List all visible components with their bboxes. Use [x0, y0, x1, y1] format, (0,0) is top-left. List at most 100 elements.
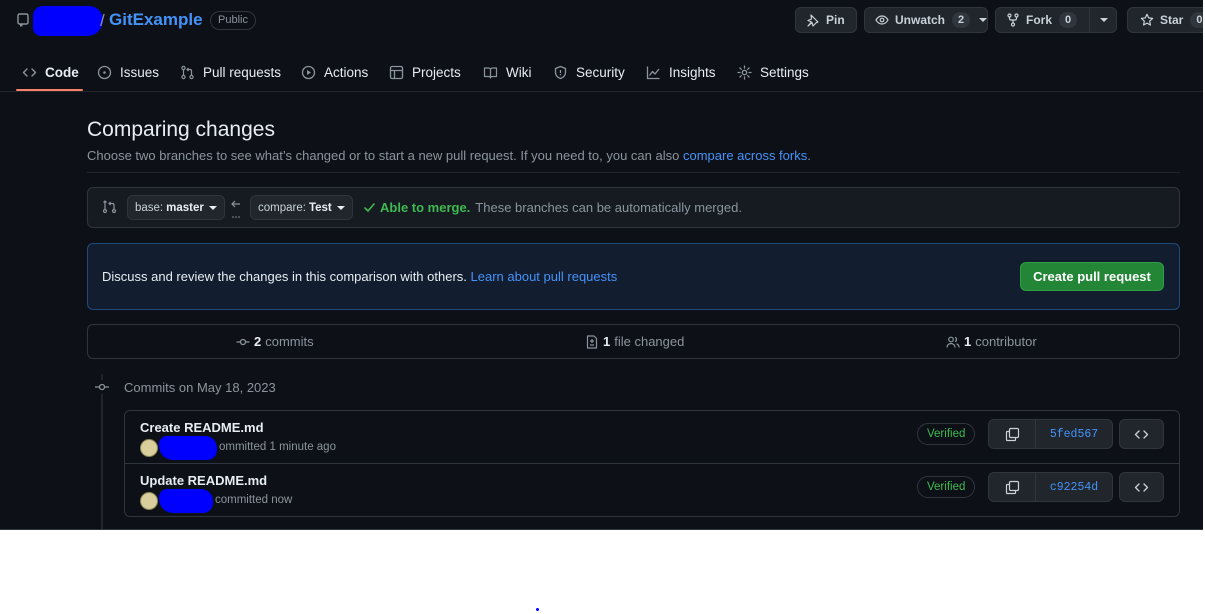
book-icon: [483, 65, 498, 80]
sha-button-group: 5fed567: [988, 419, 1113, 449]
compare-value: Test: [308, 201, 332, 214]
repo-name-link[interactable]: GitExample: [109, 10, 203, 30]
tab-code[interactable]: Code: [22, 52, 79, 92]
tab-settings[interactable]: Settings: [737, 52, 809, 92]
path-separator: /: [100, 11, 105, 30]
browse-repo-button[interactable]: [1119, 472, 1164, 502]
chevron-down-icon: [1100, 18, 1109, 22]
watch-count: 2: [952, 12, 971, 28]
timeline-line: [101, 374, 103, 529]
pull-request-icon: [180, 65, 195, 80]
visibility-badge: Public: [210, 11, 256, 30]
fork-icon: [1006, 13, 1020, 27]
gear-icon: [737, 64, 752, 80]
graph-icon: [646, 65, 661, 80]
tab-label: Security: [576, 64, 625, 80]
compare-label: compare:: [258, 201, 306, 214]
split-divider: [1089, 8, 1091, 32]
files-count: 1: [603, 334, 611, 349]
contributors-label: contributor: [975, 334, 1037, 349]
tab-label: Actions: [324, 64, 369, 80]
compare-branch-select[interactable]: compare: Test: [250, 195, 353, 220]
copy-icon: [1005, 427, 1019, 441]
tab-label: Insights: [669, 64, 716, 80]
compare-across-forks-link[interactable]: compare across forks: [683, 148, 807, 163]
pin-icon: [806, 13, 820, 27]
contributors-stat[interactable]: 1 contributor: [946, 325, 1037, 358]
tab-label: Wiki: [506, 64, 532, 80]
shield-icon: [553, 65, 568, 80]
tab-label: Projects: [412, 64, 461, 80]
file-diff-icon: [585, 334, 599, 349]
fork-label: Fork: [1026, 13, 1053, 27]
commit-sha-link[interactable]: 5fed567: [1036, 420, 1112, 448]
tab-wiki[interactable]: Wiki: [483, 52, 532, 92]
eye-icon: [875, 13, 889, 27]
star-count: 0: [1190, 12, 1203, 28]
tab-label: Code: [45, 64, 79, 80]
tab-pull-requests[interactable]: Pull requests: [180, 52, 281, 92]
verified-badge[interactable]: Verified: [917, 476, 976, 498]
commit-title-link[interactable]: Update README.md: [140, 473, 267, 488]
banner-text: Discuss and review the changes in this c…: [102, 269, 617, 284]
chevron-down-icon: [336, 205, 345, 210]
learn-about-pull-requests-link[interactable]: Learn about pull requests: [471, 269, 618, 284]
browse-repo-button[interactable]: [1119, 419, 1164, 449]
tab-label: Pull requests: [203, 64, 282, 80]
commit-title-link[interactable]: Create README.md: [140, 420, 264, 435]
tab-label: Issues: [120, 64, 160, 80]
active-tab-indicator: [16, 89, 83, 91]
commits-label: commits: [265, 334, 314, 349]
avatar[interactable]: [140, 492, 158, 510]
star-label: Star: [1160, 13, 1184, 27]
table-icon: [389, 65, 404, 80]
contributors-count: 1: [964, 334, 972, 349]
verified-badge[interactable]: Verified: [917, 423, 976, 445]
merge-status-label: Able to merge.: [380, 200, 471, 215]
commit-sha-link[interactable]: c92254d: [1036, 473, 1112, 501]
owner-redaction: [33, 6, 103, 36]
list-item: Update README.md committed now Verified …: [125, 463, 1179, 515]
tab-label: Settings: [760, 64, 809, 80]
star-button[interactable]: Star 0: [1127, 7, 1203, 33]
commit-meta: ommitted 1 minute ago: [219, 441, 336, 453]
merge-note: These branches can be automatically merg…: [475, 200, 742, 215]
check-icon: [363, 201, 376, 214]
files-changed-stat[interactable]: 1 file changed: [585, 325, 684, 358]
copy-sha-button[interactable]: [989, 420, 1036, 448]
play-icon: [301, 65, 316, 80]
code-icon: [1134, 482, 1149, 492]
merge-status: Able to merge. These branches can be aut…: [363, 200, 742, 215]
author-redaction: [159, 489, 213, 513]
chevron-down-icon: [208, 205, 217, 210]
tab-issues[interactable]: Issues: [97, 52, 159, 92]
tab-actions[interactable]: Actions: [301, 52, 368, 92]
github-window: / GitExample Public Pin Unwatch 2 Fork 0…: [0, 0, 1203, 530]
base-value: master: [166, 201, 204, 214]
copy-sha-button[interactable]: [989, 473, 1036, 501]
commits-count: 2: [254, 334, 262, 349]
section-divider: [87, 172, 1180, 173]
unwatch-button[interactable]: Unwatch 2: [864, 7, 988, 33]
tab-security[interactable]: Security: [553, 52, 625, 92]
tab-insights[interactable]: Insights: [646, 52, 716, 92]
repo-nav: Code Issues Pull requests Actions Projec…: [0, 52, 1203, 92]
commits-stat[interactable]: 2 commits: [236, 325, 314, 358]
left-arrow-icon: [229, 197, 243, 221]
people-icon: [946, 335, 960, 349]
copy-icon: [1005, 480, 1019, 494]
tab-projects[interactable]: Projects: [389, 52, 461, 92]
subtitle-end: .: [807, 148, 811, 163]
subtitle-text: Choose two branches to see what’s change…: [87, 148, 683, 163]
commit-list: Create README.md ommitted 1 minute ago V…: [124, 410, 1180, 517]
star-icon: [1140, 13, 1154, 27]
banner-message: Discuss and review the changes in this c…: [102, 269, 467, 284]
author-redaction: [159, 436, 217, 460]
avatar[interactable]: [140, 439, 158, 457]
fork-button[interactable]: Fork 0: [995, 7, 1117, 33]
base-branch-select[interactable]: base: master: [127, 195, 225, 220]
commit-icon: [94, 380, 110, 394]
stray-ink-mark: [536, 608, 539, 611]
pin-button[interactable]: Pin: [795, 7, 857, 33]
create-pull-request-button[interactable]: Create pull request: [1020, 262, 1164, 291]
